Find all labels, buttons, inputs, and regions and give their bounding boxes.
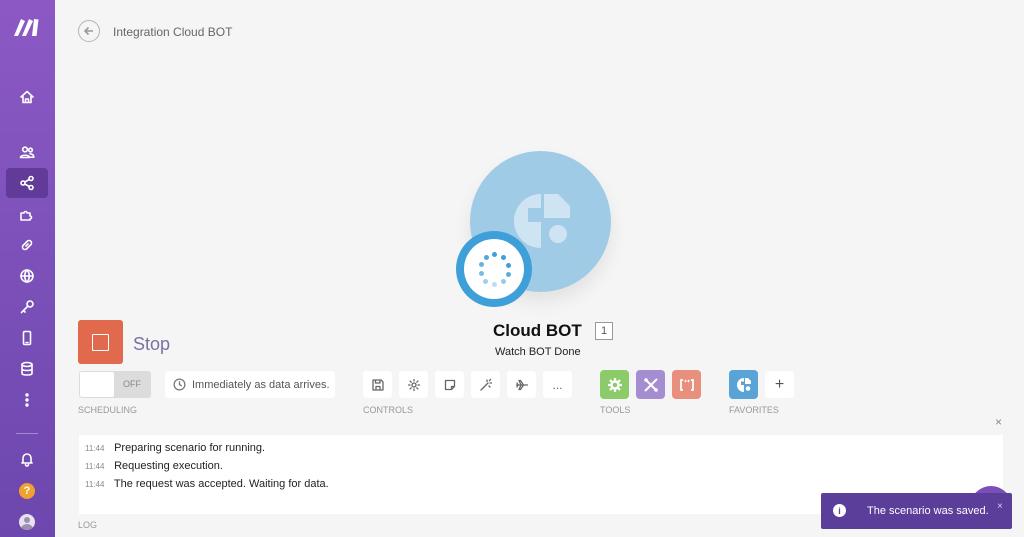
mobile-device-icon	[22, 330, 32, 346]
cloud-bot-icon	[736, 377, 751, 392]
settings-icon	[407, 378, 420, 391]
info-icon: i	[833, 504, 846, 517]
more-vertical-icon	[25, 393, 29, 407]
home-icon	[20, 90, 34, 104]
bell-icon	[21, 453, 33, 467]
module-action: Watch BOT Done	[495, 346, 581, 358]
log-entry: 11:44 Requesting execution.	[85, 460, 223, 472]
log-entry-text: The request was accepted. Waiting for da…	[113, 478, 329, 490]
sidebar-item-datastores[interactable]	[6, 354, 48, 384]
log-entry: 11:44 The request was accepted. Waiting …	[85, 478, 329, 490]
save-button[interactable]	[363, 371, 392, 398]
make-logo-icon[interactable]	[12, 16, 42, 38]
log-entry-time: 11:44	[85, 462, 105, 471]
arrow-left-icon	[83, 26, 93, 36]
module-status-badge[interactable]	[456, 231, 532, 307]
log-close-button[interactable]: ×	[995, 415, 1002, 429]
log-entry-time: 11:44	[85, 480, 105, 489]
sidebar-item-team[interactable]	[6, 137, 48, 167]
module-id-badge: 1	[595, 322, 613, 340]
favorites-section-label: FAVORITES	[729, 405, 779, 415]
add-favorite-button[interactable]: +	[765, 371, 794, 398]
toast-close-button[interactable]: ×	[997, 501, 1003, 512]
log-section-label: LOG	[78, 520, 98, 530]
stop-button[interactable]	[78, 320, 123, 364]
avatar	[19, 514, 35, 530]
page-title: Integration Cloud BOT	[113, 25, 233, 39]
airplane-icon	[515, 379, 528, 390]
schedule-text: Immediately as data arrives.	[192, 378, 330, 391]
database-icon	[21, 361, 33, 376]
notes-button[interactable]	[435, 371, 464, 398]
plus-icon: +	[774, 375, 785, 393]
magic-wand-icon	[479, 378, 492, 391]
stop-icon	[92, 333, 109, 351]
sidebar-item-scenarios[interactable]	[6, 168, 48, 198]
sidebar-item-connections[interactable]	[6, 230, 48, 260]
sidebar-item-more[interactable]	[6, 385, 48, 415]
back-button[interactable]	[78, 20, 100, 42]
sidebar-item-profile[interactable]	[6, 507, 48, 537]
log-entry: 11:44 Preparing scenario for running.	[85, 442, 265, 454]
tools-section-label: TOOLS	[600, 405, 631, 415]
notes-icon	[444, 379, 455, 390]
key-icon	[20, 300, 34, 314]
connections-icon	[21, 239, 33, 251]
module-name[interactable]: Cloud BOT	[493, 321, 582, 341]
sidebar-divider	[16, 433, 38, 434]
sidebar-item-notifications[interactable]	[6, 444, 48, 474]
toast-notification: i The scenario was saved. ×	[821, 493, 1012, 529]
globe-icon	[20, 269, 34, 283]
toggle-state-label: OFF	[123, 379, 141, 389]
auto-align-button[interactable]	[471, 371, 500, 398]
tools-tool[interactable]	[636, 370, 665, 399]
scenarios-icon	[20, 175, 34, 191]
log-entry-text: Preparing scenario for running.	[114, 442, 266, 454]
flow-control-gear-icon	[607, 377, 622, 392]
text-parser-icon	[679, 378, 694, 391]
more-controls-button[interactable]: ...	[543, 371, 572, 398]
sidebar: ?	[0, 0, 55, 537]
sidebar-item-home[interactable]	[6, 82, 48, 112]
clock-icon	[173, 378, 186, 391]
text-parser-tool[interactable]	[672, 370, 701, 399]
toast-message: The scenario was saved.	[867, 505, 989, 517]
schedule-setting[interactable]: Immediately as data arrives.	[165, 371, 335, 398]
toggle-knob	[80, 372, 114, 397]
more-horizontal-icon: ...	[552, 377, 563, 392]
favorite-cloud-bot[interactable]	[729, 370, 758, 399]
stop-label[interactable]: Stop	[133, 334, 170, 355]
controls-section-label: CONTROLS	[363, 405, 414, 415]
loading-spinner-icon	[464, 239, 524, 299]
log-entry-text: Requesting execution.	[114, 460, 223, 472]
sidebar-item-templates[interactable]	[6, 199, 48, 229]
log-entry-time: 11:44	[85, 444, 105, 453]
save-icon	[371, 378, 384, 391]
team-icon	[19, 146, 35, 159]
sidebar-item-devices[interactable]	[6, 323, 48, 353]
sidebar-item-webhooks[interactable]	[6, 261, 48, 291]
explain-flow-button[interactable]	[507, 371, 536, 398]
tools-icon	[643, 377, 658, 392]
scheduling-section-label: SCHEDULING	[78, 405, 138, 415]
flow-control-tool[interactable]	[600, 370, 629, 399]
scheduling-toggle[interactable]: OFF	[79, 371, 151, 398]
help-icon: ?	[19, 483, 35, 499]
sidebar-item-help[interactable]: ?	[6, 476, 48, 506]
templates-icon	[20, 210, 33, 221]
scenario-settings-button[interactable]	[399, 371, 428, 398]
sidebar-item-keys[interactable]	[6, 292, 48, 322]
